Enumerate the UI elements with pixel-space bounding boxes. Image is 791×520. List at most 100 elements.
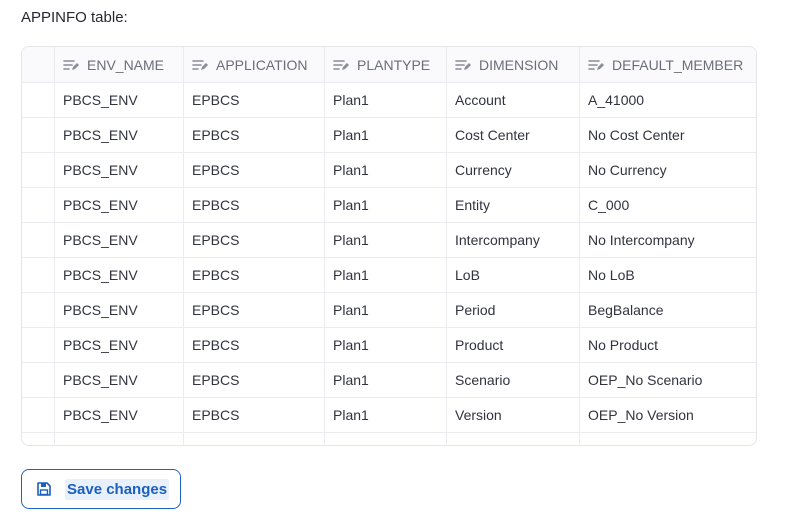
floppy-disk-icon (37, 482, 51, 496)
table-cell[interactable]: Period (447, 293, 580, 327)
column-header-env-name[interactable]: ENV_NAME (55, 47, 184, 82)
table-row[interactable]: PBCS_ENV EPBCS Plan1 LoB No LoB (22, 258, 756, 293)
table-cell[interactable]: EPBCS (184, 363, 325, 397)
grid-body: PBCS_ENV EPBCS Plan1 Account A_41000 PBC… (22, 83, 756, 445)
table-cell[interactable]: PBCS_ENV (55, 118, 184, 152)
table-cell[interactable]: Plan1 (325, 363, 447, 397)
empty-cell (55, 433, 184, 445)
table-row[interactable]: PBCS_ENV EPBCS Plan1 Period BegBalance (22, 293, 756, 328)
table-cell[interactable]: Currency (447, 153, 580, 187)
table-cell[interactable]: Account (447, 83, 580, 117)
save-changes-label: Save changes (65, 478, 170, 500)
table-cell[interactable]: PBCS_ENV (55, 363, 184, 397)
table-row[interactable]: PBCS_ENV EPBCS Plan1 Currency No Currenc… (22, 153, 756, 188)
data-grid[interactable]: ENV_NAME APPLICATION PLANTYPE DIMENSION … (21, 46, 757, 446)
row-index-cell[interactable] (22, 153, 55, 187)
column-header-label: ENV_NAME (87, 56, 165, 73)
table-cell[interactable]: Entity (447, 188, 580, 222)
text-column-icon (192, 59, 208, 70)
table-cell[interactable]: EPBCS (184, 258, 325, 292)
table-cell[interactable]: C_000 (580, 188, 756, 222)
column-header-application[interactable]: APPLICATION (184, 47, 325, 82)
table-cell[interactable]: EPBCS (184, 153, 325, 187)
table-cell[interactable]: Plan1 (325, 83, 447, 117)
table-cell[interactable]: PBCS_ENV (55, 258, 184, 292)
column-header-plantype[interactable]: PLANTYPE (325, 47, 447, 82)
row-index-cell[interactable] (22, 223, 55, 257)
table-cell[interactable]: PBCS_ENV (55, 83, 184, 117)
table-cell[interactable]: Version (447, 398, 580, 432)
row-index-cell[interactable] (22, 328, 55, 362)
table-row[interactable]: PBCS_ENV EPBCS Plan1 Intercompany No Int… (22, 223, 756, 258)
save-changes-button[interactable]: Save changes (21, 469, 181, 509)
table-cell[interactable]: A_41000 (580, 83, 756, 117)
table-cell[interactable]: Plan1 (325, 188, 447, 222)
column-header-label: DEFAULT_MEMBER (612, 56, 744, 73)
table-cell[interactable]: EPBCS (184, 223, 325, 257)
table-cell[interactable]: No Product (580, 328, 756, 362)
column-header-default-member[interactable]: DEFAULT_MEMBER (580, 47, 756, 82)
row-index-cell[interactable] (22, 188, 55, 222)
table-row[interactable]: PBCS_ENV EPBCS Plan1 Cost Center No Cost… (22, 118, 756, 153)
table-cell[interactable]: Intercompany (447, 223, 580, 257)
table-cell[interactable]: OEP_No Version (580, 398, 756, 432)
table-cell[interactable]: OEP_No Scenario (580, 363, 756, 397)
table-cell[interactable]: No Intercompany (580, 223, 756, 257)
table-row[interactable]: PBCS_ENV EPBCS Plan1 Product No Product (22, 328, 756, 363)
table-cell[interactable]: PBCS_ENV (55, 223, 184, 257)
table-cell[interactable]: LoB (447, 258, 580, 292)
row-index-cell[interactable] (22, 398, 55, 432)
table-row[interactable]: PBCS_ENV EPBCS Plan1 Scenario OEP_No Sce… (22, 363, 756, 398)
table-cell[interactable]: Plan1 (325, 223, 447, 257)
table-cell[interactable]: PBCS_ENV (55, 398, 184, 432)
table-cell[interactable]: Plan1 (325, 258, 447, 292)
table-cell[interactable]: Plan1 (325, 328, 447, 362)
table-row[interactable]: PBCS_ENV EPBCS Plan1 Entity C_000 (22, 188, 756, 223)
table-cell[interactable]: Product (447, 328, 580, 362)
row-index-cell[interactable] (22, 363, 55, 397)
table-cell[interactable]: No LoB (580, 258, 756, 292)
row-index-cell (22, 433, 55, 445)
column-header-label: APPLICATION (216, 56, 308, 73)
text-column-icon (455, 59, 471, 70)
new-row-stub[interactable] (22, 433, 756, 445)
table-cell[interactable]: PBCS_ENV (55, 328, 184, 362)
empty-cell (447, 433, 580, 445)
table-cell[interactable]: Plan1 (325, 153, 447, 187)
text-column-icon (333, 59, 349, 70)
table-cell[interactable]: Plan1 (325, 118, 447, 152)
table-cell[interactable]: Plan1 (325, 398, 447, 432)
table-cell[interactable]: No Currency (580, 153, 756, 187)
table-cell[interactable]: PBCS_ENV (55, 188, 184, 222)
grid-header-row: ENV_NAME APPLICATION PLANTYPE DIMENSION … (22, 47, 756, 83)
column-header-dimension[interactable]: DIMENSION (447, 47, 580, 82)
table-cell[interactable]: Plan1 (325, 293, 447, 327)
text-column-icon (63, 59, 79, 70)
row-index-cell[interactable] (22, 118, 55, 152)
table-cell[interactable]: Cost Center (447, 118, 580, 152)
table-cell[interactable]: EPBCS (184, 83, 325, 117)
table-row[interactable]: PBCS_ENV EPBCS Plan1 Account A_41000 (22, 83, 756, 118)
column-header-label: DIMENSION (479, 56, 559, 73)
table-cell[interactable]: EPBCS (184, 293, 325, 327)
table-cell[interactable]: PBCS_ENV (55, 293, 184, 327)
table-cell[interactable]: EPBCS (184, 188, 325, 222)
table-cell[interactable]: EPBCS (184, 398, 325, 432)
text-column-icon (588, 59, 604, 70)
table-cell[interactable]: Scenario (447, 363, 580, 397)
empty-cell (325, 433, 447, 445)
row-index-cell[interactable] (22, 293, 55, 327)
table-cell[interactable]: PBCS_ENV (55, 153, 184, 187)
table-cell[interactable]: EPBCS (184, 328, 325, 362)
table-cell[interactable]: No Cost Center (580, 118, 756, 152)
empty-cell (184, 433, 325, 445)
table-row[interactable]: PBCS_ENV EPBCS Plan1 Version OEP_No Vers… (22, 398, 756, 433)
row-index-cell[interactable] (22, 258, 55, 292)
table-cell[interactable]: BegBalance (580, 293, 756, 327)
table-cell[interactable]: EPBCS (184, 118, 325, 152)
row-index-header (22, 47, 55, 82)
empty-cell (580, 433, 756, 445)
row-index-cell[interactable] (22, 83, 55, 117)
column-header-label: PLANTYPE (357, 56, 431, 73)
table-caption: APPINFO table: (21, 9, 128, 26)
